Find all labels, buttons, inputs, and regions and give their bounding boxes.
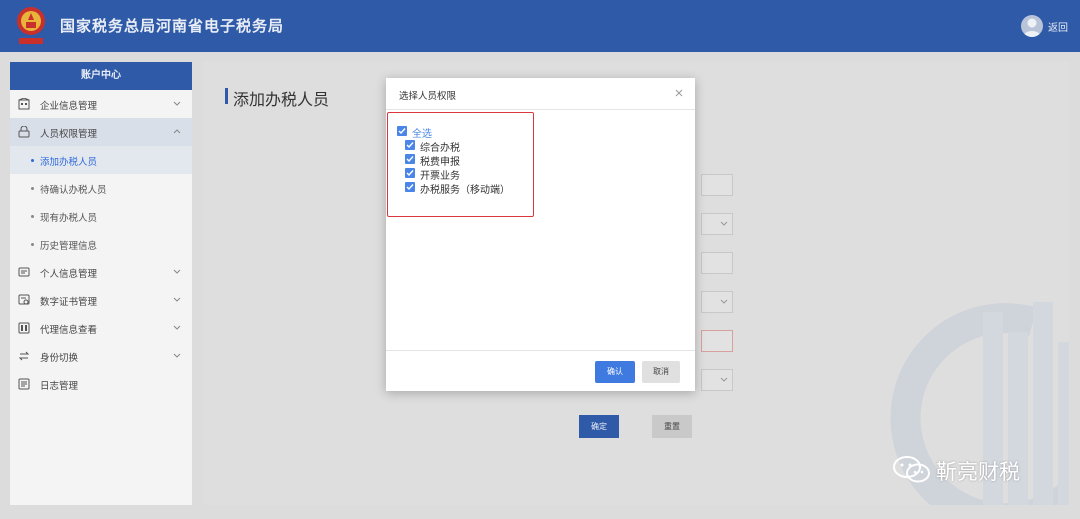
top-header: 国家税务总局河南省电子税务局 返回 bbox=[0, 0, 1080, 52]
user-avatar-icon bbox=[1023, 18, 1041, 37]
sidebar-sub-label: 待确认办税人员 bbox=[40, 185, 107, 196]
sidebar-item-label: 代理信息查看 bbox=[40, 325, 98, 336]
watermark-text: 靳亮财税 bbox=[936, 460, 1020, 484]
checkbox-checked[interactable] bbox=[405, 168, 415, 178]
sidebar-sub-label: 现有办税人员 bbox=[40, 213, 98, 224]
checkbox-checked[interactable] bbox=[405, 140, 415, 150]
checkbox-label: 办税服务（移动端） bbox=[420, 185, 510, 196]
checkbox-checked[interactable] bbox=[397, 126, 407, 136]
form-field-error[interactable] bbox=[701, 330, 733, 352]
switch-icon bbox=[18, 351, 30, 361]
chevron-down-icon bbox=[173, 353, 181, 358]
sidebar-title: 账户中心 bbox=[10, 62, 192, 90]
site-title: 国家税务总局河南省电子税务局 bbox=[60, 17, 285, 35]
sidebar-item-certificate[interactable]: 数字证书管理 bbox=[10, 286, 192, 314]
highlight-annotation-box bbox=[387, 112, 534, 217]
sidebar-item-label: 人员权限管理 bbox=[40, 129, 98, 140]
bullet-dot bbox=[31, 187, 34, 190]
sidebar-item-permissions[interactable]: 人员权限管理 bbox=[10, 118, 192, 146]
sidebar-item-personal[interactable]: 个人信息管理 bbox=[10, 258, 192, 286]
form-select-1[interactable] bbox=[701, 213, 733, 235]
cancel-button[interactable]: 取消 bbox=[642, 361, 680, 383]
permission-modal: 选择人员权限 全选 综合办税 税费申报 开票业务 办税服务（移动端） 确认 取消 bbox=[386, 78, 695, 391]
sidebar-item-enterprise[interactable]: 企业信息管理 bbox=[10, 90, 192, 118]
bullet-dot bbox=[31, 159, 34, 162]
sidebar-sub-label: 历史管理信息 bbox=[40, 241, 98, 252]
sidebar-sub-current-staff[interactable]: 现有办税人员 bbox=[10, 202, 192, 230]
agent-icon bbox=[18, 322, 30, 334]
sidebar-item-label: 身份切换 bbox=[40, 353, 79, 364]
modal-title: 选择人员权限 bbox=[399, 91, 457, 102]
checkbox-checked[interactable] bbox=[405, 182, 415, 192]
confirm-button[interactable]: 确认 bbox=[595, 361, 635, 383]
sidebar-item-label: 日志管理 bbox=[40, 381, 79, 392]
chevron-down-icon bbox=[173, 297, 181, 302]
close-icon[interactable] bbox=[674, 88, 684, 98]
chevron-down-icon bbox=[720, 221, 728, 226]
chevron-down-icon bbox=[173, 269, 181, 274]
checkbox-label: 开票业务 bbox=[420, 171, 460, 182]
check-icon bbox=[406, 156, 414, 163]
checkbox-label: 全选 bbox=[412, 129, 432, 140]
tax-emblem-icon bbox=[17, 7, 45, 44]
checkbox-label: 税费申报 bbox=[420, 157, 460, 168]
chevron-down-icon bbox=[173, 325, 181, 330]
bullet-dot bbox=[31, 215, 34, 218]
modal-divider bbox=[386, 109, 695, 110]
check-icon bbox=[406, 184, 414, 191]
form-select-2[interactable] bbox=[701, 291, 733, 313]
avatar[interactable] bbox=[1021, 15, 1043, 37]
chevron-down-icon bbox=[720, 299, 728, 304]
sidebar-item-label: 数字证书管理 bbox=[40, 297, 98, 308]
check-icon bbox=[398, 128, 406, 135]
sidebar-item-label: 企业信息管理 bbox=[40, 101, 98, 112]
check-icon bbox=[406, 170, 414, 177]
sidebar-sub-add-staff[interactable]: 添加办税人员 bbox=[10, 146, 192, 174]
sidebar-sub-pending-staff[interactable]: 待确认办税人员 bbox=[10, 174, 192, 202]
sidebar-item-identity-switch[interactable]: 身份切换 bbox=[10, 342, 192, 370]
checkbox-checked[interactable] bbox=[405, 154, 415, 164]
modal-footer-divider bbox=[386, 350, 695, 351]
user-lock-icon bbox=[18, 126, 30, 138]
form-select-3[interactable] bbox=[701, 369, 733, 391]
reset-button[interactable]: 重置 bbox=[652, 415, 692, 438]
form-field-2[interactable] bbox=[701, 252, 733, 274]
sidebar: 账户中心 企业信息管理 人员权限管理 添加办税人员 待确认办税人员 现有办税人员… bbox=[10, 62, 192, 505]
page-title: 添加办税人员 bbox=[233, 90, 330, 109]
check-icon bbox=[406, 142, 414, 149]
sidebar-sub-history[interactable]: 历史管理信息 bbox=[10, 230, 192, 258]
sidebar-item-label: 个人信息管理 bbox=[40, 269, 98, 280]
return-link[interactable]: 返回 bbox=[1048, 19, 1068, 34]
checkbox-label: 综合办税 bbox=[420, 143, 460, 154]
certificate-icon bbox=[18, 294, 30, 305]
sidebar-item-agent[interactable]: 代理信息查看 bbox=[10, 314, 192, 342]
chevron-up-icon bbox=[173, 129, 181, 134]
form-field-1[interactable] bbox=[701, 174, 733, 196]
sidebar-item-log[interactable]: 日志管理 bbox=[10, 370, 192, 398]
log-icon bbox=[18, 378, 30, 390]
bullet-dot bbox=[31, 243, 34, 246]
id-card-icon bbox=[18, 267, 30, 277]
building-icon bbox=[18, 98, 30, 110]
title-accent-bar bbox=[225, 88, 228, 104]
chevron-down-icon bbox=[720, 377, 728, 382]
sidebar-sub-label: 添加办税人员 bbox=[40, 157, 98, 168]
chevron-down-icon bbox=[173, 101, 181, 106]
wechat-icon bbox=[893, 456, 930, 483]
submit-button[interactable]: 确定 bbox=[579, 415, 619, 438]
